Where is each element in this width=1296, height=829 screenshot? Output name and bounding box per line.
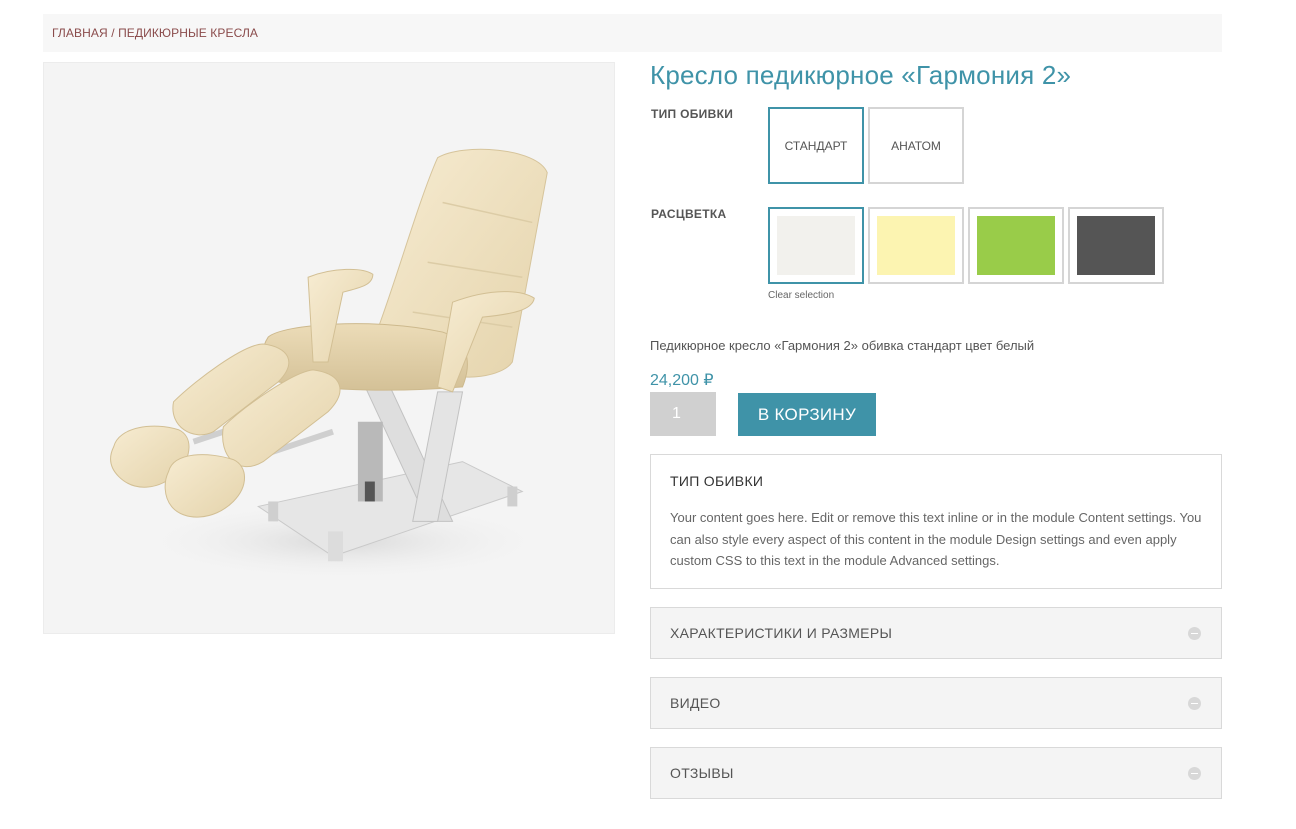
tab-upholstery-type: ТИП ОБИВКИ Your content goes here. Edit … bbox=[650, 454, 1222, 589]
color-swatch-white[interactable] bbox=[768, 207, 864, 284]
tab-title[interactable]: ТИП ОБИВКИ bbox=[670, 473, 763, 489]
pedicure-chair-photo bbox=[110, 148, 553, 582]
breadcrumb-separator: / bbox=[111, 26, 115, 40]
color-swatch-yellow[interactable] bbox=[868, 207, 964, 284]
add-to-cart-button[interactable]: В КОРЗИНУ bbox=[738, 393, 876, 436]
quantity-input[interactable]: 1 bbox=[650, 392, 716, 436]
color-label: РАСЦВЕТКА bbox=[651, 207, 727, 221]
swatch-fill bbox=[877, 216, 955, 275]
tab-video[interactable]: ВИДЕО bbox=[650, 677, 1222, 729]
swatch-fill bbox=[1077, 216, 1155, 275]
upholstery-option-label: СТАНДАРТ bbox=[784, 138, 848, 153]
breadcrumb-current-link[interactable]: ПЕДИКЮРНЫЕ КРЕСЛА bbox=[118, 26, 258, 40]
toggle-icon bbox=[1188, 697, 1201, 710]
tab-title: ОТЗЫВЫ bbox=[670, 765, 734, 781]
breadcrumb-bar: ГЛАВНАЯ / ПЕДИКЮРНЫЕ КРЕСЛА bbox=[43, 14, 1222, 52]
tab-title: ВИДЕО bbox=[670, 695, 721, 711]
product-price: 24,200 ₽ bbox=[650, 372, 714, 389]
upholstery-option-anatom[interactable]: АНАТОМ bbox=[868, 107, 964, 184]
tab-title: ХАРАКТЕРИСТИКИ И РАЗМЕРЫ bbox=[670, 625, 893, 641]
tab-reviews[interactable]: ОТЗЫВЫ bbox=[650, 747, 1222, 799]
clear-selection-link[interactable]: Clear selection bbox=[768, 290, 834, 301]
swatch-fill bbox=[777, 216, 855, 275]
tab-content: Your content goes here. Edit or remove t… bbox=[670, 510, 1202, 568]
swatch-fill bbox=[977, 216, 1055, 275]
product-title: Кресло педикюрное «Гармония 2» bbox=[650, 60, 1072, 90]
color-swatch-gray[interactable] bbox=[1068, 207, 1164, 284]
breadcrumb-home-link[interactable]: ГЛАВНАЯ bbox=[52, 26, 108, 40]
color-swatch-green[interactable] bbox=[968, 207, 1064, 284]
upholstery-option-standart[interactable]: СТАНДАРТ bbox=[768, 107, 864, 184]
upholstery-option-label: АНАТОМ bbox=[891, 138, 941, 153]
breadcrumb: ГЛАВНАЯ / ПЕДИКЮРНЫЕ КРЕСЛА bbox=[52, 26, 258, 40]
upholstery-type-label: ТИП ОБИВКИ bbox=[651, 107, 734, 121]
toggle-icon bbox=[1188, 767, 1201, 780]
toggle-icon bbox=[1188, 627, 1201, 640]
variation-description: Педикюрное кресло «Гармония 2» обивка ст… bbox=[650, 338, 1035, 353]
product-image[interactable] bbox=[43, 62, 615, 634]
tab-specifications[interactable]: ХАРАКТЕРИСТИКИ И РАЗМЕРЫ bbox=[650, 607, 1222, 659]
